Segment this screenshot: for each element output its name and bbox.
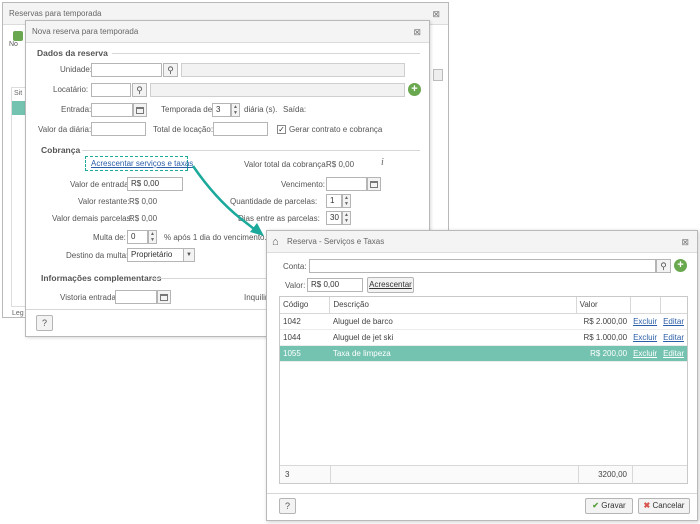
grid-footer: 3 3200,00 [280, 465, 687, 484]
dialog-footer-divider [267, 493, 697, 494]
footer-divider-1 [330, 466, 331, 484]
cell-descricao: Taxa de limpeza [329, 345, 577, 362]
conta-label: Conta: [283, 262, 307, 271]
check-icon: ✔ [592, 501, 599, 510]
footer-total: 3200,00 [598, 470, 627, 479]
editar-link[interactable]: Editar [663, 349, 684, 358]
cancelar-button[interactable]: ✖ Cancelar [638, 498, 690, 514]
dialog-titlebar: ⌂ Reserva - Serviços e Taxas ⊠ [267, 231, 697, 253]
column-header-excluir [630, 297, 661, 314]
cell-descricao: Aluguel de jet ski [329, 329, 577, 346]
column-header-codigo[interactable]: Código [280, 297, 331, 314]
footer-divider-3 [632, 466, 633, 484]
excluir-link[interactable]: Excluir [633, 349, 657, 358]
cancel-icon: ✖ [643, 501, 651, 510]
services-grid: Código Descrição Valor 1042 Aluguel de b… [279, 296, 688, 484]
column-header-editar [660, 297, 687, 314]
cell-descricao: Aluguel de barco [329, 313, 577, 330]
excluir-link[interactable]: Excluir [633, 333, 657, 342]
dialog-title: Reserva - Serviços e Taxas [287, 237, 385, 246]
table-row[interactable]: 1044 Aluguel de jet ski R$ 1.000,00 Excl… [280, 329, 687, 346]
search-icon: ⚲ [660, 260, 667, 271]
column-header-descricao[interactable]: Descrição [329, 297, 577, 314]
dialog-close-icon[interactable]: ⊠ [681, 231, 689, 253]
cell-valor: R$ 2.000,00 [576, 313, 631, 330]
cell-codigo: 1055 [280, 345, 330, 362]
services-dialog: ⌂ Reserva - Serviços e Taxas ⊠ Conta: ⚲ … [266, 230, 698, 521]
cell-valor: R$ 1.000,00 [576, 329, 631, 346]
home-icon: ⌂ [272, 236, 279, 248]
gravar-button[interactable]: ✔ Gravar [585, 498, 633, 514]
conta-search-button[interactable]: ⚲ [656, 259, 671, 273]
valor-input[interactable]: R$ 0,00 [307, 278, 363, 292]
footer-count: 3 [285, 470, 290, 479]
excluir-link[interactable]: Excluir [633, 317, 657, 326]
editar-link[interactable]: Editar [663, 333, 684, 342]
add-conta-icon[interactable]: + [674, 259, 687, 272]
table-row-selected[interactable]: 1055 Taxa de limpeza R$ 200,00 Excluir E… [280, 345, 687, 362]
cell-codigo: 1042 [280, 313, 330, 330]
editar-link[interactable]: Editar [663, 317, 684, 326]
grid-header-row: Código Descrição Valor [280, 297, 687, 314]
valor-label: Valor: [285, 281, 306, 290]
cell-valor: R$ 200,00 [576, 345, 631, 362]
dialog-help-button[interactable]: ? [279, 498, 296, 514]
column-header-valor[interactable]: Valor [576, 297, 631, 314]
cell-codigo: 1044 [280, 329, 330, 346]
conta-input[interactable] [309, 259, 656, 273]
table-row[interactable]: 1042 Aluguel de barco R$ 2.000,00 Exclui… [280, 313, 687, 330]
acrescentar-button[interactable]: Acrescentar [367, 277, 414, 293]
